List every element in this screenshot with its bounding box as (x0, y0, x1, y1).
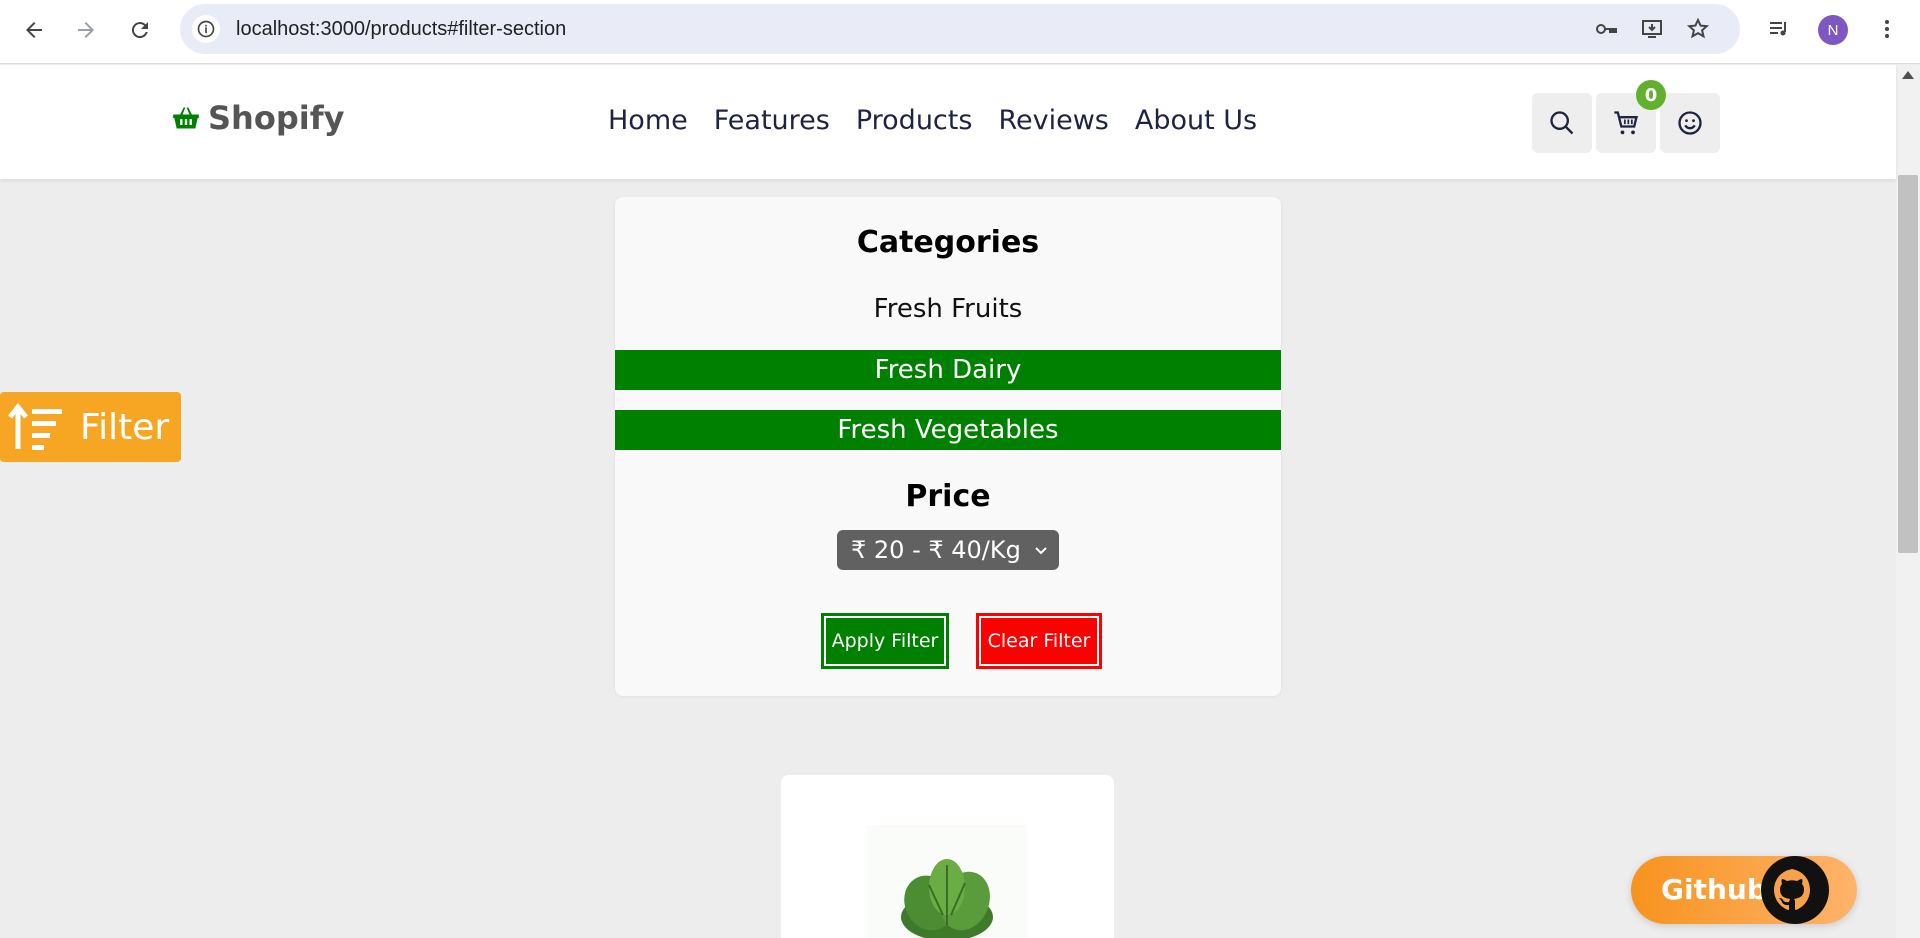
scroll-thumb[interactable] (1898, 175, 1918, 553)
cart-icon (1614, 111, 1638, 135)
site-info-icon[interactable] (192, 15, 220, 43)
nav-reviews[interactable]: Reviews (998, 105, 1108, 136)
github-octocat-icon (1761, 856, 1829, 924)
nav-home[interactable]: Home (608, 105, 688, 136)
profile-avatar[interactable]: N (1818, 15, 1848, 45)
logo[interactable]: Shopify (172, 99, 344, 137)
reload-icon (131, 22, 148, 39)
category-fresh-vegetables[interactable]: Fresh Vegetables (615, 410, 1281, 450)
reload-button[interactable] (122, 12, 158, 48)
filter-panel: Categories Fresh Fruits Fresh Dairy Fres… (615, 197, 1281, 696)
main-nav: Home Features Products Reviews About Us (608, 105, 1283, 136)
clear-filter-button[interactable]: Clear Filter (976, 613, 1102, 669)
search-icon (1550, 111, 1574, 135)
sort-filter-icon (8, 403, 62, 450)
install-app-icon[interactable] (1638, 15, 1666, 43)
nav-features[interactable]: Features (714, 105, 830, 136)
price-heading: Price (905, 479, 991, 514)
browser-toolbar: localhost:3000/products#filter-section N (0, 0, 1920, 64)
page-scrollbar[interactable] (1896, 65, 1920, 938)
price-range-value: ₹ 20 - ₹ 40/Kg (851, 536, 1021, 564)
apply-filter-button[interactable]: Apply Filter (821, 613, 949, 669)
scroll-up-icon[interactable] (1902, 71, 1914, 79)
product-card[interactable] (781, 775, 1114, 938)
logo-text: Shopify (208, 99, 345, 137)
filter-toggle-button[interactable]: Filter (0, 392, 181, 462)
category-fresh-dairy[interactable]: Fresh Dairy (615, 350, 1281, 390)
shopping-basket-icon (173, 107, 199, 129)
url-text[interactable]: localhost:3000/products#filter-section (236, 4, 566, 54)
categories-heading: Categories (856, 225, 1040, 260)
forward-arrow-icon (78, 22, 94, 38)
category-fresh-fruits[interactable]: Fresh Fruits (615, 289, 1281, 329)
cart-count-badge: 0 (1636, 80, 1666, 110)
chevron-down-icon (1035, 547, 1047, 555)
github-button[interactable]: Github (1631, 856, 1857, 924)
github-label: Github (1661, 873, 1767, 906)
back-arrow-icon (26, 22, 42, 38)
media-queue-icon[interactable] (1764, 14, 1794, 44)
filter-toggle-label: Filter (80, 406, 170, 448)
product-image-spinach[interactable] (867, 825, 1027, 938)
smiley-user-icon (1678, 111, 1702, 135)
price-range-select[interactable]: ₹ 20 - ₹ 40/Kg (837, 530, 1059, 570)
back-button[interactable] (16, 12, 52, 48)
address-bar[interactable]: localhost:3000/products#filter-section (180, 4, 1740, 54)
bookmark-star-icon[interactable] (1684, 15, 1712, 43)
password-key-icon[interactable] (1592, 15, 1620, 43)
browser-menu-icon[interactable] (1872, 14, 1902, 44)
search-button[interactable] (1532, 93, 1592, 153)
forward-button[interactable] (68, 12, 104, 48)
nav-products[interactable]: Products (856, 105, 973, 136)
nav-about-us[interactable]: About Us (1135, 105, 1257, 136)
account-button[interactable] (1660, 93, 1720, 153)
site-header: Shopify Home Features Products Reviews A… (0, 65, 1896, 179)
